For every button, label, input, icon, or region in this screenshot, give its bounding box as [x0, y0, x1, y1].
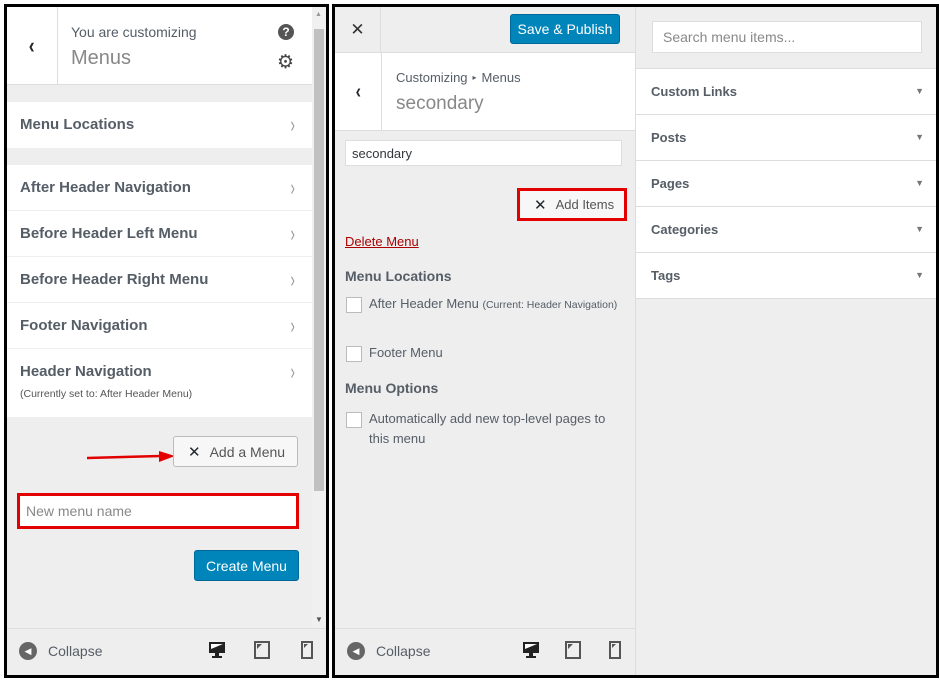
save-publish-button[interactable]: Save & Publish — [510, 14, 620, 44]
chevron-right-icon: › — [290, 267, 295, 292]
accordion-categories[interactable]: Categories ▼ — [636, 207, 936, 253]
available-menu-items-panel: Custom Links ▼ Posts ▼ Pages ▼ Categorie… — [636, 7, 936, 675]
menu-settings-column: ✕ Save & Publish ‹ Customizing ▸ Menus sec… — [335, 7, 635, 675]
footer-menu-checkbox[interactable] — [346, 346, 362, 362]
collapse-icon[interactable]: ◀ — [347, 642, 365, 660]
mobile-preview-icon[interactable] — [605, 640, 625, 660]
top-bar: ✕ Save & Publish — [335, 7, 635, 53]
menu-item[interactable]: Before Header Right Menu › — [7, 257, 312, 303]
menu-item-label: Header Navigation — [20, 363, 152, 380]
search-menu-items-input[interactable] — [652, 21, 922, 53]
help-icon[interactable]: ? — [278, 24, 294, 40]
back-button[interactable]: ‹ — [335, 53, 382, 131]
accordion-label: Categories — [651, 222, 719, 237]
chevron-right-icon: › — [290, 221, 295, 246]
collapse-icon[interactable]: ◀ — [19, 642, 37, 660]
scroll-up-icon[interactable]: ▲ — [315, 11, 322, 18]
menus-list: After Header Navigation › Before Header … — [7, 165, 312, 417]
chevron-right-icon: › — [290, 175, 295, 200]
panel-subtitle: You are customizing — [71, 24, 197, 40]
desktop-preview-icon[interactable] — [207, 640, 227, 660]
gear-icon[interactable]: ⚙ — [277, 53, 294, 72]
menu-item[interactable]: Footer Navigation › — [7, 303, 312, 349]
menu-item[interactable]: Header Navigation (Currently set to: Aft… — [7, 349, 312, 417]
caret-down-icon: ▼ — [915, 270, 924, 280]
footer-bar: ◀ Collapse — [7, 628, 326, 675]
chevron-right-icon: › — [290, 359, 295, 384]
accordion-label: Pages — [651, 176, 690, 191]
customizer-menu-edit-panel: ✕ Save & Publish ‹ Customizing ▸ Menus sec… — [332, 4, 939, 678]
menu-locations-item[interactable]: Menu Locations › — [7, 102, 312, 148]
breadcrumb-item: Menus — [481, 70, 521, 85]
add-menu-button[interactable]: ✕ Add a Menu — [173, 436, 298, 467]
mobile-preview-icon[interactable] — [297, 640, 317, 660]
menu-item-label: After Header Navigation — [20, 179, 191, 196]
option-note: (Current: Header Navigation) — [482, 299, 618, 311]
delete-menu-link[interactable]: Delete Menu — [345, 234, 419, 249]
after-header-menu-checkbox[interactable] — [346, 297, 362, 313]
breadcrumb: Customizing ▸ Menus — [396, 70, 521, 85]
accordion-label: Tags — [651, 268, 681, 283]
menu-item-label: Before Header Right Menu — [20, 271, 209, 288]
scrollbar[interactable]: ▲ ▼ — [312, 7, 326, 629]
chevron-right-icon: › — [290, 112, 295, 137]
scroll-down-icon[interactable]: ▼ — [315, 615, 323, 624]
menu-locations-label: Menu Locations — [20, 116, 135, 133]
panel-title: Menus — [71, 47, 132, 69]
caret-down-icon: ▼ — [915, 132, 924, 142]
caret-down-icon: ▼ — [915, 178, 924, 188]
close-icon: ✕ — [534, 196, 547, 214]
section-title: secondary — [396, 93, 484, 114]
menu-item-label: Footer Navigation — [20, 317, 148, 334]
breadcrumb-item: Customizing — [396, 70, 468, 85]
caret-down-icon: ▼ — [915, 224, 924, 234]
after-header-menu-label: After Header Menu (Current: Header Navig… — [369, 294, 619, 315]
menu-options-heading: Menu Options — [345, 380, 439, 396]
panel-header: ‹ You are customizing Menus ? ⚙ — [7, 7, 312, 85]
tablet-preview-icon[interactable] — [252, 640, 272, 660]
accordion-posts[interactable]: Posts ▼ — [636, 115, 936, 161]
section-header: ‹ Customizing ▸ Menus secondary — [335, 53, 635, 131]
collapse-button[interactable]: Collapse — [48, 643, 102, 659]
menu-locations-section: Menu Locations › — [7, 102, 312, 148]
caret-down-icon: ▼ — [915, 86, 924, 96]
menu-item-note: (Currently set to: After Header Menu) — [20, 388, 193, 400]
menu-locations-heading: Menu Locations — [345, 268, 452, 284]
accordion-tags[interactable]: Tags ▼ — [636, 253, 936, 299]
close-customizer-button[interactable]: ✕ — [335, 7, 381, 53]
footer-bar: ◀ Collapse — [335, 628, 635, 675]
back-button[interactable]: ‹ — [7, 7, 58, 85]
desktop-preview-icon[interactable] — [521, 640, 541, 660]
menu-item-types-list: Custom Links ▼ Posts ▼ Pages ▼ Categorie… — [636, 68, 936, 299]
collapse-button[interactable]: Collapse — [376, 643, 430, 659]
annotation-arrow — [87, 451, 175, 462]
breadcrumb-separator-icon: ▸ — [472, 73, 477, 82]
menu-item-label: Before Header Left Menu — [20, 225, 198, 242]
auto-add-pages-label: Automatically add new top-level pages to… — [369, 411, 606, 446]
accordion-label: Custom Links — [651, 84, 737, 99]
footer-menu-label: Footer Menu — [369, 345, 443, 360]
chevron-left-icon: ‹ — [355, 80, 361, 103]
new-menu-name-input[interactable] — [17, 493, 299, 529]
accordion-custom-links[interactable]: Custom Links ▼ — [636, 69, 936, 115]
create-menu-button[interactable]: Create Menu — [194, 550, 299, 581]
tablet-preview-icon[interactable] — [563, 640, 583, 660]
accordion-pages[interactable]: Pages ▼ — [636, 161, 936, 207]
chevron-left-icon: ‹ — [29, 33, 35, 58]
customizer-menus-panel: ‹ You are customizing Menus ? ⚙ Menu Loc… — [4, 4, 329, 678]
add-items-button[interactable]: ✕ Add Items — [517, 188, 627, 221]
menu-item[interactable]: After Header Navigation › — [7, 165, 312, 211]
close-icon: ✕ — [350, 20, 365, 39]
add-items-label: Add Items — [555, 197, 615, 212]
option-label: After Header Menu — [369, 296, 479, 311]
add-menu-label: Add a Menu — [209, 443, 286, 460]
auto-add-pages-checkbox[interactable] — [346, 412, 362, 428]
accordion-label: Posts — [651, 130, 687, 145]
menu-item[interactable]: Before Header Left Menu › — [7, 211, 312, 257]
close-icon: ✕ — [188, 443, 201, 461]
menu-name-input[interactable] — [345, 140, 622, 166]
chevron-right-icon: › — [290, 313, 295, 338]
scroll-thumb[interactable] — [314, 29, 324, 491]
